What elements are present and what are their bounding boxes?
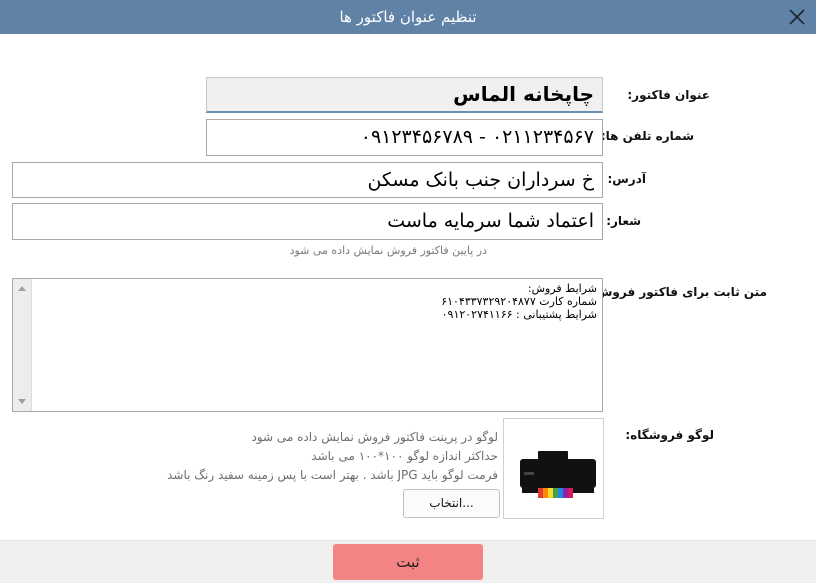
logo-preview[interactable] — [503, 418, 604, 519]
fixed-text-line: شرایط پشتیبانی : ۰۹۱۲۰۲۷۴۱۱۶۶ — [441, 308, 597, 321]
logo-label: لوگو فروشگاه: — [625, 428, 714, 442]
slogan-label: شعار: — [606, 214, 641, 228]
fixed-text-textarea[interactable]: شرایط فروش: شماره کارت ۶۱۰۴۳۳۷۳۲۹۲۰۴۸۷۷ … — [12, 278, 603, 412]
title-bar: تنظیم عنوان فاکتور ها — [0, 0, 816, 34]
window-title: تنظیم عنوان فاکتور ها — [339, 8, 477, 26]
address-input[interactable]: خ سرداران جنب بانک مسکن — [12, 162, 603, 198]
invoice-title-label: عنوان فاکتور: — [627, 88, 710, 102]
logo-note: حداکثر اندازه لوگو ۱۰۰*۱۰۰ می باشد — [311, 449, 498, 463]
printer-icon — [520, 451, 596, 498]
close-button[interactable] — [784, 4, 810, 30]
fixed-text-line: شرایط فروش: — [527, 282, 597, 295]
choose-logo-button[interactable]: انتخاب... — [403, 489, 500, 518]
logo-note: لوگو در پرینت فاکتور فروش نمایش داده می … — [251, 430, 498, 444]
slogan-hint: در پایین فاکتور فروش نمایش داده می شود — [289, 244, 487, 257]
fixed-text-content: شرایط فروش: شماره کارت ۶۱۰۴۳۳۷۳۲۹۲۰۴۸۷۷ … — [37, 282, 597, 321]
scroll-up-icon[interactable] — [18, 286, 26, 291]
logo-notes: لوگو در پرینت فاکتور فروش نمایش داده می … — [120, 428, 498, 485]
textarea-scrollbar[interactable] — [13, 279, 32, 411]
submit-button[interactable]: ثبت — [333, 544, 483, 580]
address-label: آدرس: — [607, 172, 646, 186]
logo-note: فرمت لوگو باید JPG باشد . بهتر است با پس… — [167, 468, 498, 482]
scroll-down-icon[interactable] — [18, 399, 26, 404]
fixed-text-line: شماره کارت ۶۱۰۴۳۳۷۳۲۹۲۰۴۸۷۷ — [441, 295, 597, 308]
slogan-input[interactable]: اعتماد شما سرمایه ماست — [12, 203, 603, 240]
close-icon — [789, 9, 805, 25]
phones-label: شماره تلفن ها: — [600, 129, 694, 143]
fixed-text-label: متن ثابت برای فاکتور فروش: — [591, 285, 767, 299]
phones-input[interactable]: ۰۲۱۱۲۳۴۵۶۷ - ۰۹۱۲۳۴۵۶۷۸۹ — [206, 119, 603, 156]
invoice-title-input[interactable]: چاپخانه الماس — [206, 77, 603, 113]
